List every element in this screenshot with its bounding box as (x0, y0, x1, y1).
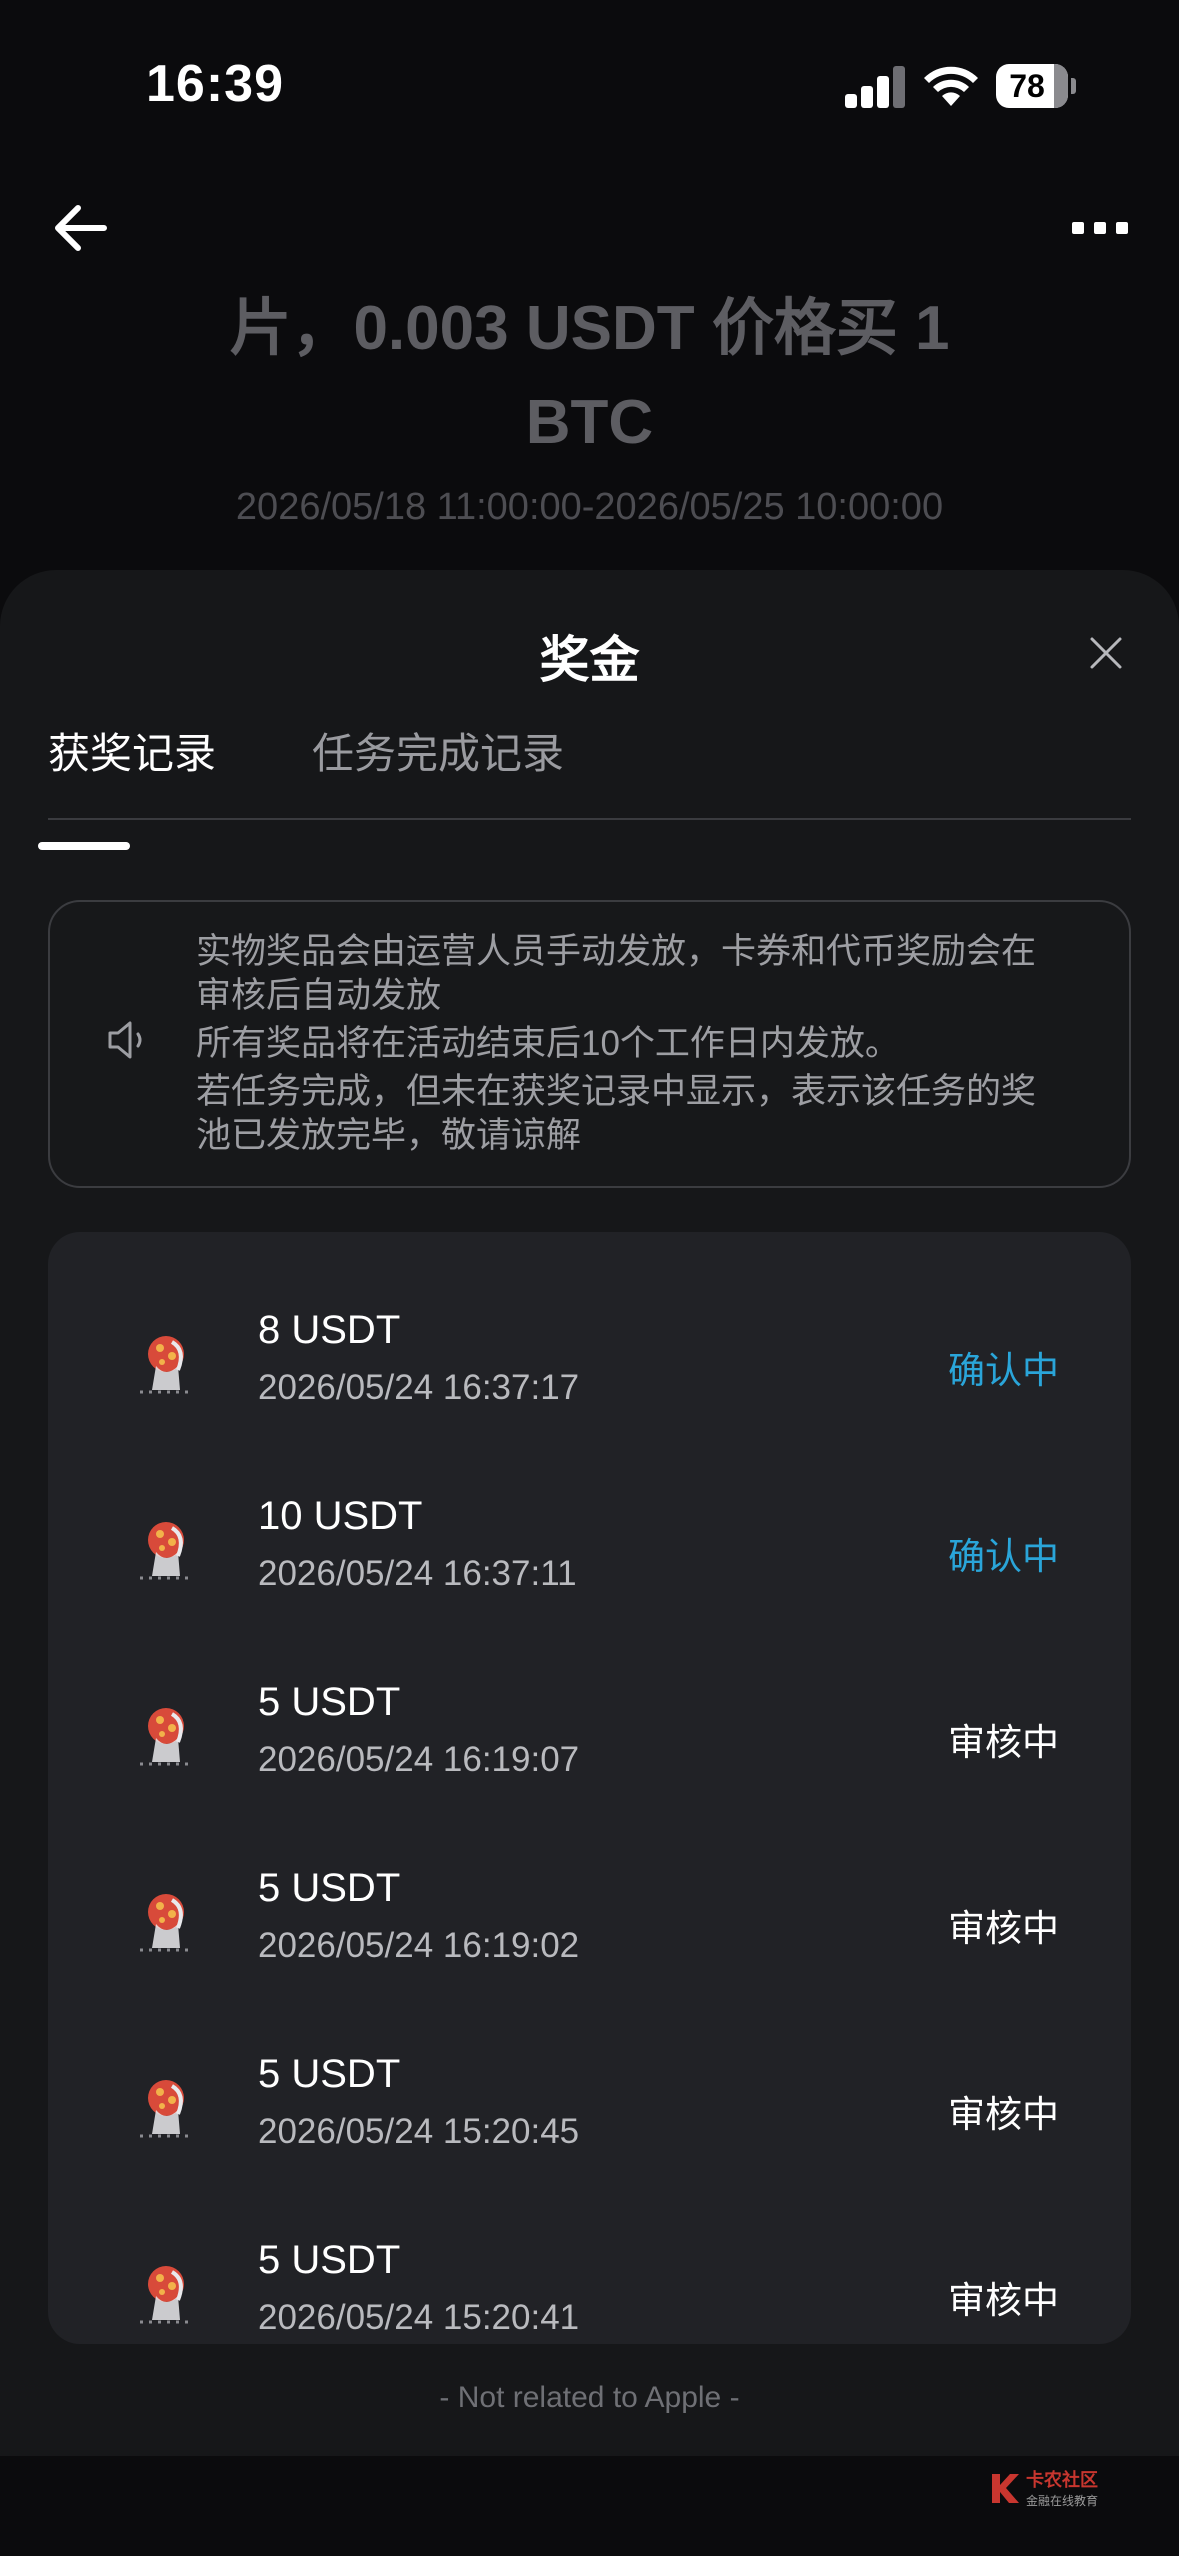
award-record-row[interactable]: 10 USDT 2026/05/24 16:37:11 确认中 (48, 1418, 1131, 1604)
sheet-title: 奖金 (539, 632, 640, 688)
award-record-row[interactable]: 8 USDT 2026/05/24 16:37:17 确认中 (48, 1232, 1131, 1418)
reward-time: 2026/05/24 16:19:07 (258, 1740, 580, 1779)
reward-time: 2026/05/24 16:37:17 (258, 1368, 580, 1407)
close-icon[interactable] (1088, 635, 1124, 671)
cellular-signal-icon (845, 66, 907, 108)
watermark-title: 卡农社区 (1026, 2470, 1098, 2490)
reward-badge-icon (140, 2080, 192, 2138)
award-record-row[interactable]: 5 USDT 2026/05/24 15:20:41 审核中 (48, 2162, 1131, 2344)
notice-line: 所有奖品将在活动结束后10个工作日内发放。 (196, 1024, 900, 1063)
battery-level: 78 (1009, 68, 1045, 104)
reward-time: 2026/05/24 16:19:02 (258, 1926, 580, 1965)
reward-badge-icon (140, 1894, 192, 1952)
more-options-icon[interactable] (1072, 220, 1128, 236)
app-screen: 16:39 78 片，0.003 USDT 价格买 1 BTC 2026/05/… (0, 0, 1179, 2556)
reward-amount: 10 USDT (258, 1494, 423, 1538)
status-bar: 16:39 78 (0, 0, 1179, 180)
reward-status: 审核中 (948, 1722, 1059, 1763)
reward-time: 2026/05/24 15:20:45 (258, 2112, 580, 2151)
reward-amount: 5 USDT (258, 2052, 401, 2096)
watermark-logo-icon (992, 2474, 1019, 2503)
reward-badge-icon (140, 2266, 192, 2324)
footer-note: - Not related to Apple - (439, 2381, 740, 2414)
activity-title: 片，0.003 USDT 价格买 1 BTC (229, 294, 950, 457)
reward-amount: 8 USDT (258, 1308, 401, 1352)
reward-amount: 5 USDT (258, 2238, 401, 2282)
reward-status: 确认中 (948, 1350, 1059, 1391)
reward-badge-icon (140, 1708, 192, 1766)
reward-status: 审核中 (948, 1908, 1059, 1949)
watermark-subtitle: 金融在线教育 (1026, 2494, 1099, 2508)
watermark: 卡农社区 金融在线教育 (986, 2466, 1126, 2516)
reward-status: 审核中 (948, 2094, 1059, 2135)
reward-badge-icon (140, 1336, 192, 1394)
reward-amount: 5 USDT (258, 1866, 401, 1910)
award-record-list[interactable]: 8 USDT 2026/05/24 16:37:17 确认中 10 USDT 2… (48, 1232, 1131, 2344)
award-record-row[interactable]: 5 USDT 2026/05/24 15:20:45 审核中 (48, 1976, 1131, 2162)
battery-indicator: 78 (996, 64, 1076, 108)
activity-date-range: 2026/05/18 11:00:00-2026/05/25 10:00:00 (235, 486, 944, 528)
notice-line: 实物奖品会由运营人员手动发放，卡券和代币奖励会在审核后自动发放 (196, 932, 1037, 1015)
reward-badge-icon (140, 1522, 192, 1580)
award-record-row[interactable]: 5 USDT 2026/05/24 16:19:07 审核中 (48, 1604, 1131, 1790)
status-time: 16:39 (146, 55, 284, 113)
tab-award-records[interactable]: 获奖记录 (48, 720, 216, 781)
wifi-icon (924, 66, 978, 106)
active-tab-indicator (38, 842, 130, 850)
reward-time: 2026/05/24 16:37:11 (258, 1554, 577, 1593)
reward-amount: 5 USDT (258, 1680, 401, 1724)
notice-text: 实物奖品会由运营人员手动发放，卡券和代币奖励会在审核后自动发放 所有奖品将在活动… (196, 930, 1056, 1158)
speaker-icon (108, 1021, 142, 1059)
notice-line: 若任务完成，但未在获奖记录中显示，表示该任务的奖池已发放完毕，敬请谅解 (196, 1072, 1037, 1155)
notice-box: 实物奖品会由运营人员手动发放，卡券和代币奖励会在审核后自动发放 所有奖品将在活动… (48, 900, 1131, 1188)
reward-status: 审核中 (948, 2280, 1059, 2321)
record-tabs: 获奖记录 任务完成记录 (48, 720, 1131, 820)
award-record-row[interactable]: 5 USDT 2026/05/24 16:19:02 审核中 (48, 1790, 1131, 1976)
back-arrow-icon[interactable] (50, 200, 110, 256)
reward-status: 确认中 (948, 1536, 1059, 1577)
tab-task-records[interactable]: 任务完成记录 (312, 720, 564, 781)
reward-time: 2026/05/24 15:20:41 (258, 2298, 580, 2337)
rewards-sheet: 奖金 获奖记录 任务完成记录 实物奖品会由运营人员手动发放，卡券和代币奖励会在审… (0, 570, 1179, 2456)
